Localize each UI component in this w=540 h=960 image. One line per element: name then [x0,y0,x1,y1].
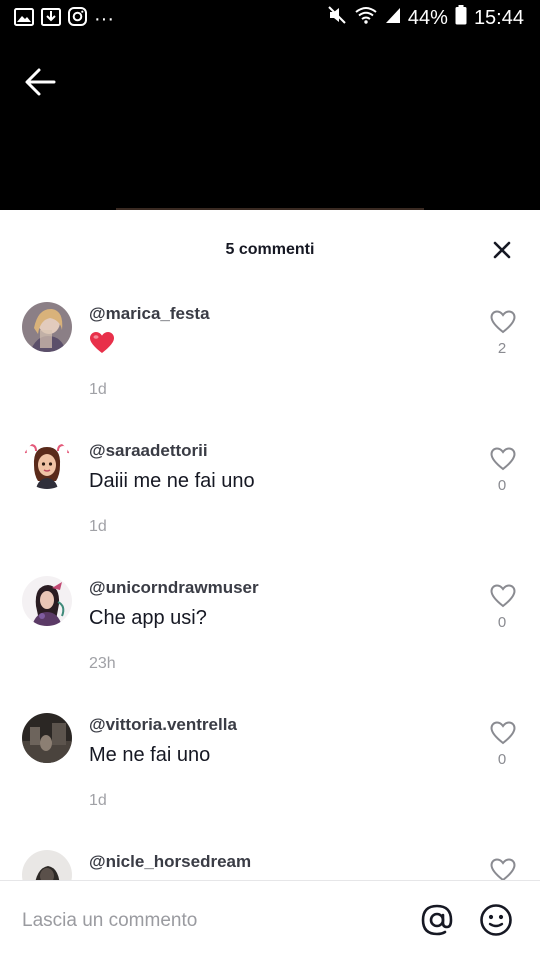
comment-item: @unicorndrawmuser Che app usi? 23h 0 [0,574,540,711]
comment-text: Che app usi? [89,607,207,629]
wifi-icon [354,5,378,31]
comment-time: 1d [89,518,107,535]
video-area: ··· 44% 15:44 [0,0,540,210]
comment-item: @marica_festa 1d 2 [0,300,540,437]
comment-username[interactable]: @nicle_horsedream [89,852,251,872]
like-count: 2 [497,340,507,357]
battery-icon [455,5,467,31]
back-arrow-icon[interactable] [22,64,58,100]
comment-input-bar [0,880,540,960]
status-bar: ··· 44% 15:44 [0,0,540,36]
comment-username[interactable]: @saraadettorii [89,441,208,461]
comment-username[interactable]: @marica_festa [89,304,210,324]
battery-percent: 44% [407,6,448,29]
close-icon[interactable] [492,240,512,260]
emoji-smiley-icon[interactable] [478,902,514,938]
comment-time: 1d [89,792,107,809]
avatar[interactable] [22,439,72,489]
red-heart-emoji-icon [89,331,115,355]
avatar[interactable] [22,576,72,626]
like-count: 0 [497,614,507,631]
comment-text: Me ne fai uno [89,744,211,766]
comment-time: 1d [89,381,107,398]
comments-header: 5 commenti [0,210,540,290]
mention-at-icon[interactable] [419,902,455,938]
comment-item: @vittoria.ventrella Me ne fai uno 1d 0 [0,711,540,848]
comment-username[interactable]: @vittoria.ventrella [89,715,237,735]
comment-time: 23h [89,655,116,672]
status-bar-system: 44% 15:44 [327,5,524,31]
signal-icon [385,6,401,30]
comments-sheet: 5 commenti @marica_festa 1d 2 @saraadett… [0,210,540,960]
clock: 15:44 [473,6,524,29]
more-notifications-dots: ··· [94,8,114,30]
avatar[interactable] [22,713,72,763]
instagram-icon [68,7,87,32]
like-heart-icon[interactable] [490,310,516,334]
gallery-icon [14,7,34,32]
comment-input[interactable] [22,907,392,935]
avatar[interactable] [22,302,72,352]
comments-screen: ··· 44% 15:44 5 commenti @marica_festa 1… [0,0,540,960]
like-heart-icon[interactable] [490,858,516,882]
like-count: 0 [497,751,507,768]
like-count: 0 [497,477,507,494]
download-icon [41,7,61,32]
like-heart-icon[interactable] [490,447,516,471]
comment-text: Daiii me ne fai uno [89,470,255,492]
comments-count-title: 5 commenti [225,241,315,258]
status-bar-notifications: ··· [14,7,114,32]
like-heart-icon[interactable] [490,584,516,608]
like-heart-icon[interactable] [490,721,516,745]
comment-username[interactable]: @unicorndrawmuser [89,578,259,598]
mute-icon [327,5,347,31]
comment-item: @saraadettorii Daiii me ne fai uno 1d 0 [0,437,540,574]
